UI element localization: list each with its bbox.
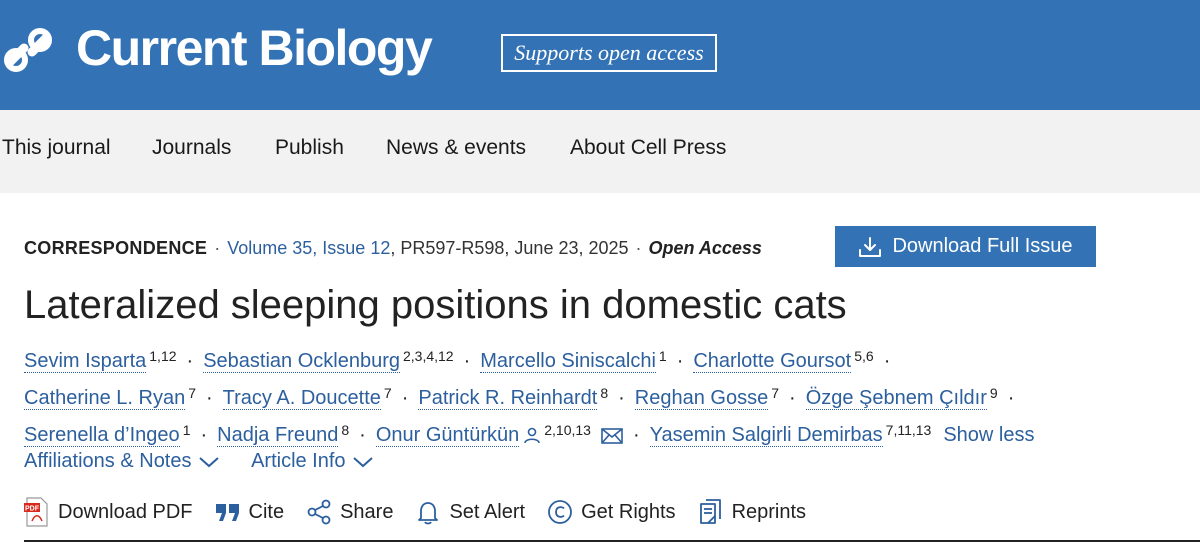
author-link[interactable]: Patrick R. Reinhardt: [418, 387, 598, 410]
cite-button[interactable]: Cite: [215, 500, 285, 524]
nav-item-news-events[interactable]: News & events: [386, 136, 526, 160]
set-alert-button[interactable]: Set Alert: [415, 499, 525, 525]
author-affiliation: 2,10,13: [544, 422, 591, 438]
author-link[interactable]: Sevim Isparta: [24, 350, 147, 373]
site-header: Current Biology Supports open access: [0, 0, 1200, 110]
pages-date: PR597-R598, June 23, 2025: [400, 238, 629, 258]
open-access-badge[interactable]: Supports open access: [501, 34, 717, 72]
article-tools: PDF Download PDF Cite Share Set Alert Ge…: [24, 497, 828, 527]
author-link[interactable]: Marcello Siniscalchi: [480, 350, 656, 373]
svg-text:PDF: PDF: [25, 506, 40, 513]
share-label: Share: [340, 500, 394, 523]
chevron-down-icon: [198, 456, 219, 467]
article-meta: CORRESPONDENCE · Volume 35, Issue 12, PR59…: [24, 238, 762, 258]
download-full-issue-label: Download Full Issue: [892, 235, 1073, 257]
reprints-label: Reprints: [731, 500, 807, 523]
pdf-icon: PDF: [24, 497, 48, 527]
share-button[interactable]: Share: [306, 499, 393, 525]
section-divider: [24, 540, 1200, 542]
show-less-authors-button[interactable]: Show less: [943, 424, 1034, 446]
article-toggles: Affiliations & Notes Article Info: [24, 450, 400, 473]
author-link[interactable]: Charlotte Goursot: [693, 350, 852, 373]
article-info-label: Article Info: [251, 450, 346, 472]
author-affiliation: 7: [383, 385, 392, 401]
article-info-toggle[interactable]: Article Info: [251, 450, 373, 473]
author-link[interactable]: Nadja Freund: [217, 424, 339, 447]
author-link[interactable]: Yasemin Salgirli Demirbas: [649, 424, 883, 447]
reprints-icon: [699, 499, 721, 524]
nav-item-journals[interactable]: Journals: [152, 136, 231, 160]
affiliations-notes-toggle[interactable]: Affiliations & Notes: [24, 450, 220, 473]
cell-press-logo-icon[interactable]: [2, 24, 54, 76]
set-alert-label: Set Alert: [449, 500, 526, 523]
article-title: Lateralized sleeping positions in domest…: [24, 283, 847, 327]
person-icon: [524, 427, 541, 444]
nav-item-about-cell-press[interactable]: About Cell Press: [570, 136, 726, 160]
affiliations-notes-label: Affiliations & Notes: [24, 450, 192, 472]
volume-issue-link[interactable]: Volume 35, Issue 12: [227, 238, 390, 258]
download-pdf-button[interactable]: PDF Download PDF: [24, 497, 193, 527]
separator-dot: ·: [635, 238, 642, 258]
author-affiliation: 7,11,13: [885, 422, 932, 438]
author-link[interactable]: Tracy A. Doucette: [222, 387, 381, 410]
quote-icon: [215, 504, 239, 521]
author-affiliation: 1,12: [149, 348, 177, 364]
author-link[interactable]: Reghan Gosse: [634, 387, 769, 410]
share-icon: [307, 499, 331, 525]
author-affiliation: 1: [182, 422, 191, 438]
author-affiliation: 8: [341, 422, 350, 438]
get-rights-label: Get Rights: [581, 500, 676, 523]
author-link[interactable]: Serenella d’Ingeo: [24, 424, 180, 447]
bell-icon: [418, 502, 439, 525]
author-affiliation: 9: [989, 385, 998, 401]
author-list: Sevim Isparta 1,12 · Sebastian Ocklenburg 2,…: [24, 348, 1035, 447]
get-rights-button[interactable]: Get Rights: [547, 499, 676, 525]
author-affiliation: 7: [188, 385, 196, 401]
nav-item-this-journal[interactable]: This journal: [2, 136, 111, 160]
author-affiliation: 5,6: [854, 348, 874, 364]
download-pdf-label: Download PDF: [58, 500, 193, 523]
open-access-label: Open Access: [648, 238, 762, 258]
download-full-issue-button[interactable]: Download Full Issue: [835, 226, 1096, 267]
journal-brand[interactable]: Current Biology: [76, 18, 433, 78]
separator-dot: ·: [214, 238, 221, 258]
author-affiliation: 7: [771, 385, 780, 401]
reprints-button[interactable]: Reprints: [698, 499, 806, 525]
author-link[interactable]: Sebastian Ocklenburg: [203, 350, 400, 373]
chevron-down-icon: [352, 456, 373, 467]
main-nav: This journal Journals Publish News & eve…: [0, 110, 1200, 193]
email-icon[interactable]: [601, 428, 623, 444]
copyright-icon: [548, 500, 572, 524]
author-link[interactable]: Catherine L. Ryan: [24, 387, 186, 410]
author-link[interactable]: Onur Güntürkün: [375, 424, 520, 447]
author-affiliation: 8: [600, 385, 609, 401]
nav-item-publish[interactable]: Publish: [275, 136, 344, 160]
author-affiliation: 1: [658, 348, 667, 364]
cite-label: Cite: [248, 500, 285, 523]
article-type: CORRESPONDENCE: [24, 238, 208, 258]
download-icon: [859, 236, 882, 257]
author-affiliation: 2,3,4,12: [402, 348, 454, 364]
author-link[interactable]: Özge Şebnem Çıldır: [805, 387, 987, 410]
